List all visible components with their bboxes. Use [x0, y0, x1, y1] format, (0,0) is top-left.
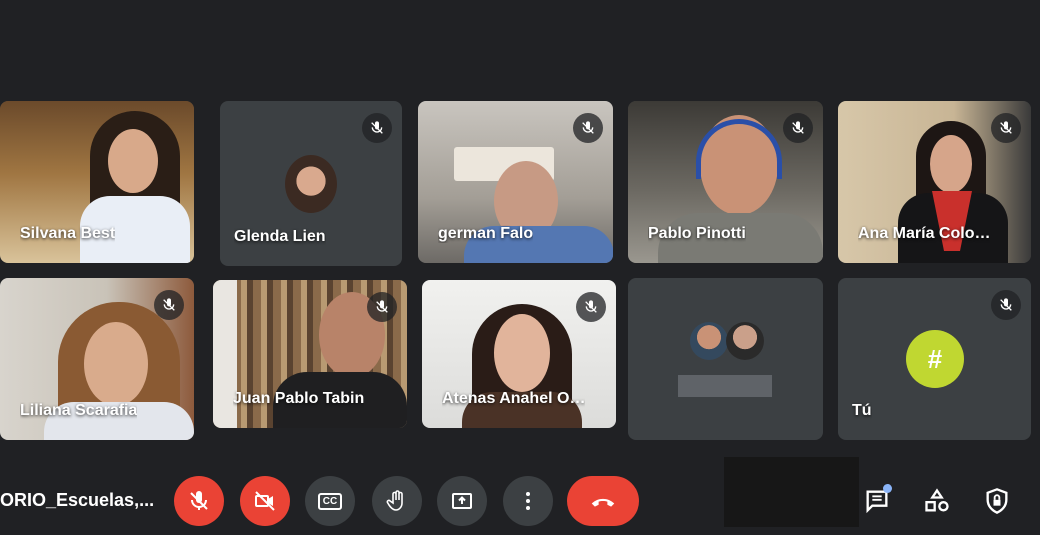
participant-tile-juan[interactable]: Juan Pablo Tabin [213, 280, 407, 428]
participant-name: Ana María Colo… [858, 225, 991, 242]
avatar [690, 322, 728, 360]
participant-name: Liliana Scarafia [20, 402, 138, 419]
mic-off-icon [362, 113, 392, 143]
participant-name: Tú [852, 402, 872, 419]
hand-icon [386, 490, 403, 511]
participant-name: Atenas Anahel O… [442, 390, 586, 407]
present-icon [452, 493, 472, 509]
host-controls-button[interactable] [980, 484, 1014, 518]
blank-panel [724, 457, 859, 527]
participant-tile-self[interactable]: # Tú [838, 278, 1031, 440]
present-button[interactable] [437, 476, 487, 526]
meeting-title: ORIO_Escuelas,... [0, 490, 155, 510]
more-vert-icon [526, 492, 530, 510]
avatar: # [906, 330, 964, 388]
mic-toggle-button[interactable] [174, 476, 224, 526]
face [930, 135, 972, 193]
captions-icon: CC [317, 492, 343, 510]
mic-off-icon [367, 292, 397, 322]
chat-button[interactable] [860, 484, 894, 518]
participant-name: Juan Pablo Tabin [233, 390, 365, 407]
participant-name: Silvana Best [20, 225, 116, 242]
participant-name: Pablo Pinotti [648, 225, 746, 242]
name-placeholder [678, 375, 772, 397]
more-options-button[interactable] [503, 476, 553, 526]
participant-tile-pablo[interactable]: Pablo Pinotti [628, 101, 823, 263]
avatar-initial: # [927, 343, 943, 374]
activities-button[interactable] [920, 484, 954, 518]
mic-off-icon [991, 290, 1021, 320]
participant-name: Glenda Lien [234, 228, 326, 245]
avatar [285, 155, 337, 213]
face [84, 322, 148, 406]
participant-name: german Falo [438, 225, 534, 242]
phone-hangup-icon [591, 498, 615, 507]
participant-tile-atenas[interactable]: Atenas Anahel O… [422, 280, 616, 428]
participant-tile-glenda[interactable]: Glenda Lien [220, 101, 402, 266]
activities-icon [925, 488, 949, 512]
camera-off-icon [255, 491, 275, 511]
mic-off-icon [154, 290, 184, 320]
mic-off-icon [783, 113, 813, 143]
camera-toggle-button[interactable] [240, 476, 290, 526]
participant-tile-german[interactable]: german Falo [418, 101, 613, 263]
mic-off-icon [991, 113, 1021, 143]
notification-dot [883, 484, 892, 493]
leave-call-button[interactable] [567, 476, 639, 526]
host-controls-icon [986, 488, 1008, 514]
participant-tile-ana[interactable]: Ana María Colo… [838, 101, 1031, 263]
participant-tile-liliana[interactable]: Liliana Scarafia [0, 278, 194, 440]
mic-off-icon [576, 292, 606, 322]
mic-off-icon [573, 113, 603, 143]
participant-tile-silvana[interactable]: Silvana Best [0, 101, 194, 263]
avatar [726, 322, 764, 360]
captions-button[interactable]: CC [305, 476, 355, 526]
participant-tile-unnamed[interactable] [628, 278, 823, 440]
mic-off-icon [190, 491, 208, 510]
raise-hand-button[interactable] [372, 476, 422, 526]
face [108, 129, 158, 193]
face [494, 314, 550, 392]
